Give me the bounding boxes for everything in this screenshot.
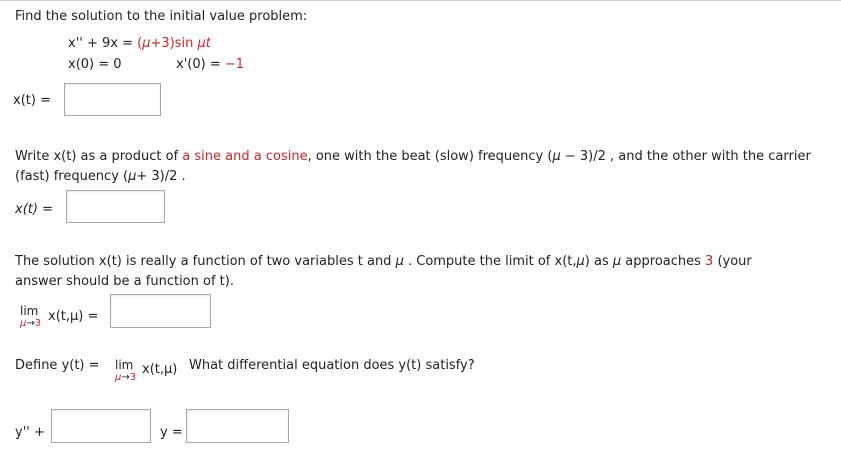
equation-lhs: x'' + 9x = <box>68 36 138 51</box>
ode-question: What differential equation does y(t) sat… <box>189 358 475 373</box>
limit-expression: x(t,μ) = <box>48 309 99 324</box>
answer1-label: x(t) = <box>13 93 51 108</box>
ode-rhs-input[interactable] <box>186 409 289 443</box>
part2-instructions-line2: (fast) frequency (μ+ 3)/2 . <box>15 169 186 184</box>
answer2-label: x(t) = <box>15 202 53 217</box>
part2-instructions-line1: Write x(t) as a product of a sine and a … <box>15 149 811 164</box>
answer1-input[interactable] <box>64 83 161 116</box>
lim-word: lim <box>20 304 39 318</box>
differential-equation: x'' + 9x = (μ+3)sin μt <box>68 36 211 51</box>
ode-yprime-label: y'' + <box>15 425 45 440</box>
part3-instructions-line1: The solution x(t) is really a function o… <box>15 254 752 269</box>
equation-rhs: (μ+3)sin μt <box>137 36 211 51</box>
lim-subscript-2: μ→3 <box>115 372 137 383</box>
answer3-input[interactable] <box>110 294 211 328</box>
define-y-label: Define y(t) = <box>15 358 100 373</box>
top-divider <box>0 0 841 1</box>
limit-expression-2: x(t,μ) <box>142 362 178 377</box>
xprime0-value: −1 <box>224 57 245 72</box>
initial-condition-x0: x(0) = 0 <box>68 57 122 72</box>
ode-coefficient-input[interactable] <box>51 409 151 443</box>
initial-condition-xprime0: x'(0) = −1 <box>176 57 245 72</box>
sine-cosine-highlight: a sine and a cosine <box>182 149 308 164</box>
problem-title: Find the solution to the initial value p… <box>15 9 308 24</box>
lim-subscript: μ→3 <box>20 318 42 329</box>
part3-instructions-line2: answer should be a function of t). <box>15 274 234 289</box>
answer2-input[interactable] <box>66 190 165 223</box>
ode-y-equals-label: y = <box>160 425 183 440</box>
lim-word-2: lim <box>115 358 134 372</box>
